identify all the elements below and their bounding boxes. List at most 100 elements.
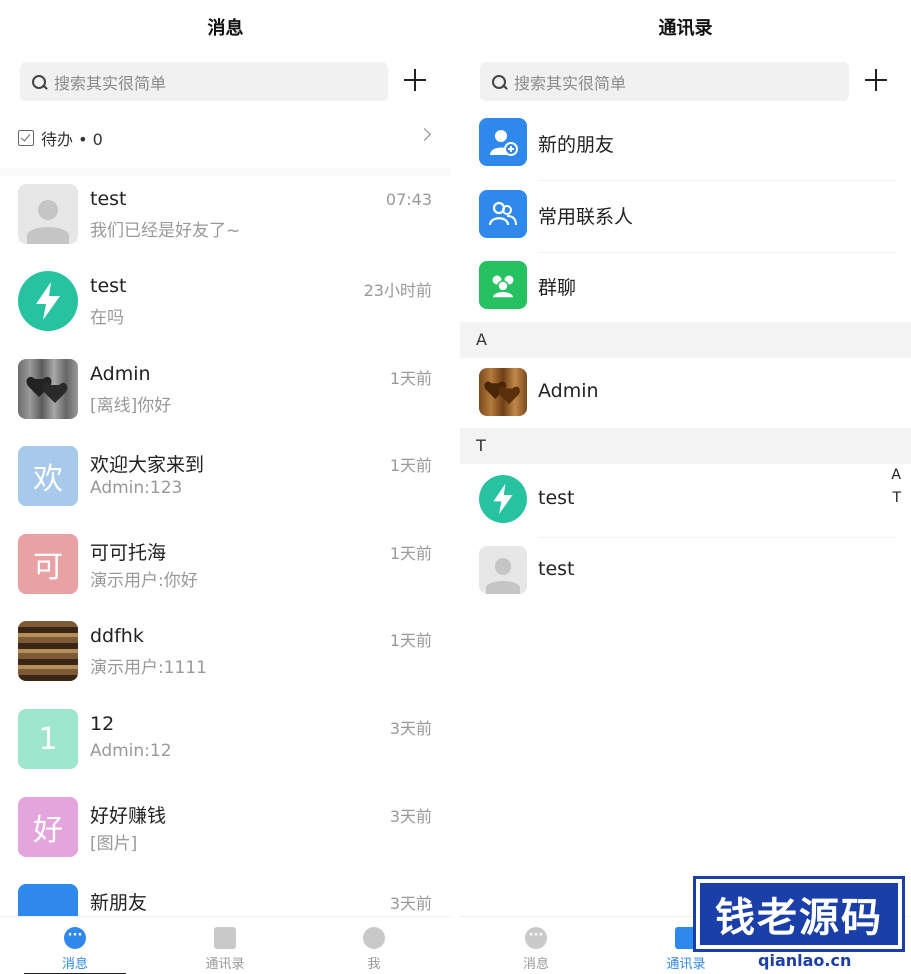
chat-time: 1天前 <box>389 369 432 388</box>
panel-divider <box>451 0 460 974</box>
contact-label: 常用联系人 <box>538 206 634 228</box>
contact-item[interactable]: Admin <box>460 360 911 431</box>
contacts-icon <box>214 927 236 949</box>
person-avatar <box>18 184 78 244</box>
chat-time: 3天前 <box>389 719 432 738</box>
tab-messages[interactable]: 消息 <box>30 927 120 972</box>
watermark-url: qianlao.cn <box>758 951 852 970</box>
hearts-image <box>479 368 527 416</box>
chat-item[interactable]: Admin [离线]你好 1天前 <box>0 351 451 439</box>
new-friends-row[interactable]: 新的朋友 <box>460 110 911 181</box>
food-image <box>18 621 78 681</box>
page-title: 通讯录 <box>658 18 713 39</box>
tab-label: 我 <box>367 957 381 972</box>
contact-name: test <box>538 558 575 580</box>
contact-name: Admin <box>538 380 599 402</box>
bottom-tab-bar: 消息 通讯录 我 <box>0 916 451 974</box>
contact-item[interactable]: test <box>460 538 911 609</box>
chat-name: test <box>90 275 127 297</box>
chat-message: [离线]你好 <box>90 396 172 416</box>
bolt-avatar <box>18 271 78 331</box>
letter-avatar: 好 <box>18 797 78 857</box>
bolt-icon <box>36 282 60 320</box>
letter-avatar: 1 <box>18 709 78 769</box>
search-icon <box>31 74 47 90</box>
chat-name: 新朋友 <box>90 892 148 914</box>
letter-avatar: 欢 <box>18 446 78 506</box>
chat-bubble-icon <box>525 927 547 949</box>
hearts-image <box>18 359 78 419</box>
chat-name: 12 <box>90 713 115 735</box>
chat-item[interactable]: 好 好好赚钱 [图片] 3天前 <box>0 789 451 877</box>
add-icon[interactable] <box>865 68 889 92</box>
contact-label: 新的朋友 <box>538 134 615 156</box>
chat-time: 1天前 <box>389 544 432 563</box>
chat-message: Admin:12 <box>90 741 172 761</box>
chat-time: 3天前 <box>389 807 432 826</box>
person-avatar <box>479 546 527 594</box>
frequent-contacts-row[interactable]: 常用联系人 <box>460 182 911 253</box>
chat-time: 1天前 <box>389 631 432 650</box>
chat-item[interactable]: test 我们已经是好友了~ 07:43 <box>0 176 451 264</box>
contact-item[interactable]: test <box>460 467 911 538</box>
search-icon <box>491 74 507 90</box>
todo-row[interactable]: 待办 • 0 <box>18 124 433 152</box>
chevron-right-icon <box>418 128 431 141</box>
chat-time: 1天前 <box>389 456 432 475</box>
messages-panel: 消息 搜索其实很简单 待办 • 0 test 我们已经是好友了~ 07:43 t… <box>0 0 451 974</box>
chat-item[interactable]: 1 12 Admin:12 3天前 <box>0 701 451 789</box>
tab-contacts[interactable]: 通讯录 <box>180 927 270 972</box>
chat-message: 演示用户:1111 <box>90 658 207 678</box>
contacts-panel: 通讯录 搜索其实很简单 新的朋友 常用联系人 群聊 A Admin T test… <box>460 0 911 974</box>
page-title: 消息 <box>207 18 244 39</box>
chat-name: test <box>90 188 127 210</box>
watermark-logo: 钱老源码 <box>693 876 905 952</box>
chat-message: Admin:123 <box>90 478 183 498</box>
contact-name: test <box>538 487 575 509</box>
section-header-t: T <box>460 428 911 464</box>
search-placeholder: 搜索其实很简单 <box>514 73 627 93</box>
search-input[interactable]: 搜索其实很简单 <box>20 62 388 101</box>
divider <box>538 180 897 181</box>
tab-label: 通讯录 <box>205 957 245 972</box>
chat-message: 演示用户:你好 <box>90 571 198 591</box>
chat-time: 23小时前 <box>363 281 432 300</box>
frequent-contacts-icon <box>479 190 527 238</box>
add-icon[interactable] <box>404 68 428 92</box>
letter-avatar: 可 <box>18 534 78 594</box>
divider <box>0 168 451 176</box>
watermark: 钱老源码 qianlao.cn <box>688 867 911 974</box>
search-input[interactable]: 搜索其实很简单 <box>480 62 849 101</box>
profile-icon <box>363 927 385 949</box>
chat-name: Admin <box>90 363 151 385</box>
index-letter-a[interactable]: A <box>891 467 901 483</box>
chat-bubble-icon <box>64 927 86 949</box>
group-chat-icon <box>479 261 527 309</box>
checkbox-icon <box>18 130 34 146</box>
section-header-a: A <box>460 322 911 358</box>
tab-messages[interactable]: 消息 <box>491 927 581 972</box>
chat-item[interactable]: 可 可可托海 演示用户:你好 1天前 <box>0 526 451 614</box>
tab-me[interactable]: 我 <box>329 927 419 972</box>
index-letter-t[interactable]: T <box>892 490 901 506</box>
chat-message: 我们已经是好友了~ <box>90 221 241 241</box>
group-chat-row[interactable]: 群聊 <box>460 253 911 324</box>
bolt-avatar <box>479 475 527 523</box>
chat-time: 07:43 <box>385 190 432 209</box>
chat-item[interactable]: 欢 欢迎大家来到 Admin:123 1天前 <box>0 438 451 526</box>
tab-label: 消息 <box>522 957 549 972</box>
chat-item[interactable]: ddfhk 演示用户:1111 1天前 <box>0 613 451 701</box>
tab-label: 消息 <box>61 957 88 972</box>
bolt-icon <box>493 483 513 515</box>
chat-name: 好好赚钱 <box>90 805 167 827</box>
chat-item[interactable]: test 在吗 23小时前 <box>0 263 451 351</box>
todo-label: 待办 • 0 <box>41 130 103 149</box>
chat-name: 欢迎大家来到 <box>90 454 205 476</box>
chat-name: ddfhk <box>90 625 144 647</box>
add-friend-icon <box>479 118 527 166</box>
contact-label: 群聊 <box>538 277 577 299</box>
search-placeholder: 搜索其实很简单 <box>54 73 167 93</box>
chat-message: [图片] <box>90 834 138 854</box>
chat-time: 3天前 <box>389 894 432 913</box>
chat-message: 在吗 <box>90 308 124 328</box>
